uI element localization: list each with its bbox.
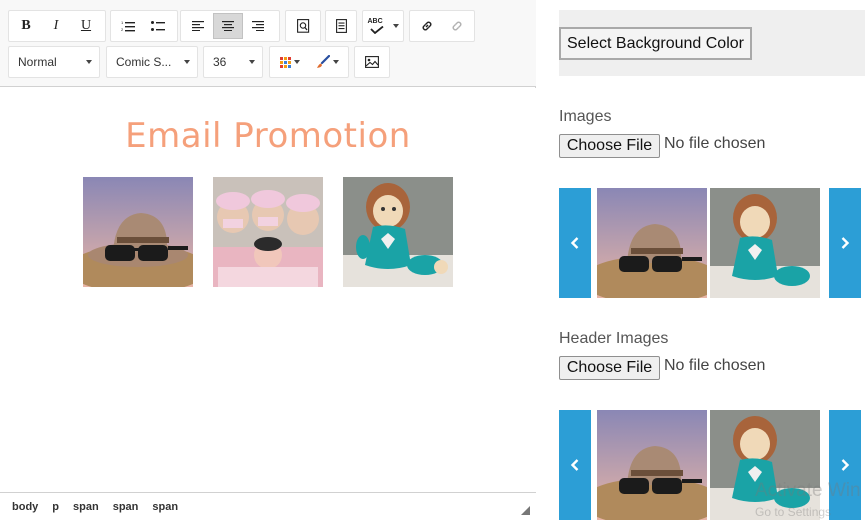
- header-carousel-thumb-doll[interactable]: [710, 410, 820, 520]
- insert-image-button[interactable]: [357, 49, 387, 75]
- align-center-button[interactable]: [213, 13, 243, 39]
- color-group: [269, 46, 349, 78]
- images-carousel-thumb-hat[interactable]: [597, 188, 707, 298]
- format-select[interactable]: Normal: [8, 46, 100, 78]
- brush-color-button[interactable]: [308, 49, 346, 75]
- images-carousel-next-button[interactable]: [829, 188, 861, 298]
- spellcheck-group: ABC: [362, 10, 404, 42]
- editor-toolbar: B I U 12 ABC Normal Comic S... 36: [0, 0, 536, 87]
- text-style-group: B I U: [8, 10, 106, 42]
- windows-activation-watermark-sub: Go to Settings: [755, 505, 832, 519]
- link-icon: [422, 21, 432, 31]
- source-group: [325, 10, 357, 42]
- header-images-file-status: No file chosen: [664, 357, 766, 374]
- header-carousel-thumb-hat[interactable]: [597, 410, 707, 520]
- images-choose-file-button[interactable]: Choose File: [559, 134, 660, 158]
- knitted-doll-image[interactable]: [343, 177, 453, 287]
- chevron-down-icon: [294, 60, 300, 64]
- align-left-button[interactable]: [183, 13, 213, 39]
- images-file-status: No file chosen: [664, 135, 766, 152]
- chevron-down-icon: [86, 60, 92, 64]
- path-item-span[interactable]: span: [73, 501, 99, 513]
- ordered-list-button[interactable]: 12: [113, 13, 143, 39]
- images-label: Images: [559, 108, 612, 125]
- images-carousel-prev-button[interactable]: [559, 188, 591, 298]
- italic-button[interactable]: I: [41, 13, 71, 39]
- unlink-icon: [452, 21, 462, 31]
- image-icon: [365, 56, 379, 68]
- path-item-span[interactable]: span: [113, 501, 139, 513]
- align-right-icon: [252, 21, 264, 31]
- images-carousel-thumb-doll[interactable]: [710, 188, 820, 298]
- link-group: [409, 10, 475, 42]
- align-center-icon: [222, 21, 234, 31]
- chevron-down-icon: [249, 60, 255, 64]
- element-path-bar: body p span span span: [0, 492, 536, 521]
- document-icon: [335, 19, 347, 33]
- settings-panel: Select Background Color Images Choose Fi…: [537, 0, 865, 521]
- spellcheck-icon: ABC: [368, 18, 390, 34]
- underline-button[interactable]: U: [71, 13, 101, 39]
- align-right-button[interactable]: [243, 13, 273, 39]
- font-family-select[interactable]: Comic S...: [106, 46, 198, 78]
- chevron-left-icon: [570, 459, 579, 471]
- chevron-down-icon: [184, 60, 190, 64]
- font-family-select-value: Comic S...: [116, 55, 172, 69]
- path-item-span[interactable]: span: [152, 501, 178, 513]
- bullet-list-button[interactable]: [143, 13, 173, 39]
- unlink-button[interactable]: [442, 13, 472, 39]
- resize-handle-icon[interactable]: [521, 506, 530, 515]
- background-section: Select Background Color: [559, 10, 865, 76]
- path-item-p[interactable]: p: [52, 501, 59, 513]
- editor-content[interactable]: Email Promotion: [0, 88, 536, 492]
- color-grid-icon: [280, 56, 291, 68]
- find-replace-icon: [296, 19, 309, 33]
- path-item-body[interactable]: body: [12, 501, 38, 513]
- align-left-icon: [192, 21, 204, 31]
- spellcheck-button[interactable]: ABC: [365, 13, 401, 39]
- find-group: [285, 10, 321, 42]
- find-button[interactable]: [288, 13, 318, 39]
- alignment-group: [180, 10, 280, 42]
- svg-text:1: 1: [121, 20, 124, 25]
- bullet-list-icon: [151, 21, 165, 31]
- header-images-label: Header Images: [559, 330, 669, 347]
- bold-button[interactable]: B: [11, 13, 41, 39]
- font-size-select-value: 36: [213, 55, 227, 69]
- chevron-right-icon: [841, 237, 850, 249]
- list-group: 12: [110, 10, 178, 42]
- svg-text:2: 2: [121, 27, 124, 32]
- hat-sunglasses-image[interactable]: [83, 177, 193, 287]
- paint-brush-icon: [316, 55, 330, 68]
- nurses-baby-image[interactable]: [213, 177, 323, 287]
- header-images-choose-file-button[interactable]: Choose File: [559, 356, 660, 380]
- font-size-select[interactable]: 36: [203, 46, 263, 78]
- link-button[interactable]: [412, 13, 442, 39]
- ordered-list-icon: 12: [121, 20, 135, 32]
- chevron-right-icon: [841, 459, 850, 471]
- image-group: [354, 46, 390, 78]
- source-code-button[interactable]: [328, 13, 354, 39]
- email-title: Email Promotion: [125, 116, 411, 156]
- format-select-value: Normal: [18, 55, 57, 69]
- rich-text-editor: B I U 12 ABC Normal Comic S... 36 Email …: [0, 0, 536, 521]
- chevron-left-icon: [570, 237, 579, 249]
- windows-activation-watermark: Activate Win: [755, 480, 861, 501]
- header-carousel-next-button[interactable]: [829, 410, 861, 520]
- select-background-color-button[interactable]: Select Background Color: [559, 27, 752, 60]
- chevron-down-icon: [392, 24, 399, 28]
- table-color-button[interactable]: [272, 49, 308, 75]
- chevron-down-icon: [332, 60, 339, 64]
- header-carousel-prev-button[interactable]: [559, 410, 591, 520]
